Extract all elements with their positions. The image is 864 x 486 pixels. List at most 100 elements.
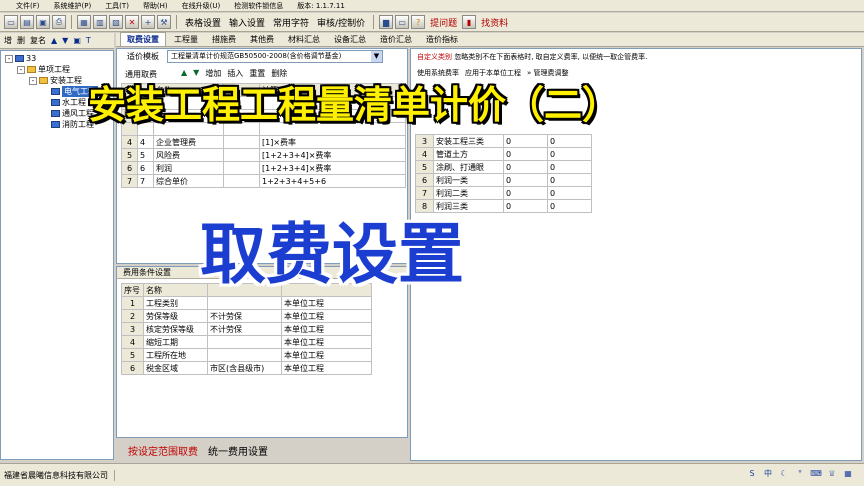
punct-icon[interactable]: ° xyxy=(794,468,806,480)
moon-icon[interactable]: ☾ xyxy=(778,468,790,480)
open-folder-icon[interactable]: ▤ xyxy=(20,15,34,29)
hammer-icon[interactable]: ⚒ xyxy=(157,15,171,29)
collapse-icon[interactable]: - xyxy=(5,54,13,63)
save-icon[interactable]: ▣ xyxy=(36,15,50,29)
row-rate[interactable] xyxy=(223,174,260,188)
tree-delete-button[interactable]: 删 xyxy=(17,35,25,46)
menu-system[interactable]: 系统维护(P) xyxy=(54,0,92,12)
row-value[interactable]: 不计劳保 xyxy=(207,309,282,323)
tab-measures[interactable]: 措施费 xyxy=(206,33,242,46)
table-row[interactable]: 4 缩短工期 本单位工程 xyxy=(121,335,372,349)
row-rate-a[interactable]: 0 xyxy=(503,147,548,161)
table-row[interactable]: 7 7 综合单价 1+2+3+4+5+6 xyxy=(121,174,406,188)
add-icon[interactable]: + xyxy=(141,15,155,29)
row-scope[interactable]: 本单位工程 xyxy=(281,335,372,349)
chevron-down-icon[interactable]: ▼ xyxy=(371,51,382,62)
menu-help[interactable]: 帮助(H) xyxy=(143,0,168,12)
tree-add-button[interactable]: 增 xyxy=(4,35,12,46)
collapse-icon[interactable]: - xyxy=(17,65,25,74)
row-rate[interactable] xyxy=(223,161,260,175)
collapse-icon[interactable]: - xyxy=(29,76,37,85)
row-formula[interactable]: [1+2+3+4]×费率 xyxy=(259,161,406,175)
table-row[interactable]: 6 利润一类 0 0 xyxy=(415,173,592,187)
table-row[interactable]: 6 税金区域 市区(含县级市) 本单位工程 xyxy=(121,361,372,375)
grid-icon[interactable]: ▦ xyxy=(842,468,854,480)
row-formula[interactable]: 1+2+3+4+5+6 xyxy=(259,174,406,188)
table-row[interactable]: 5 涂刷、打通眼 0 0 xyxy=(415,160,592,174)
tree-root[interactable]: - 33 xyxy=(5,53,36,64)
menu-check-lock[interactable]: 检测软件锁信息 xyxy=(234,0,283,12)
tree-subproject[interactable]: - 安装工程 xyxy=(29,75,82,86)
row-code[interactable]: 7 xyxy=(137,174,154,188)
row-name[interactable]: 风险费 xyxy=(153,148,224,162)
calc-icon[interactable]: ▥ xyxy=(93,15,107,29)
expand-icon[interactable]: ▣ xyxy=(73,36,81,45)
shirt-icon[interactable]: ♕ xyxy=(826,468,838,480)
print-icon[interactable]: ⎙ xyxy=(52,15,66,29)
window-icon[interactable]: ▭ xyxy=(395,15,410,29)
row-rate-a[interactable]: 0 xyxy=(503,173,548,187)
range-fee-button[interactable]: 按设定范围取费 xyxy=(128,443,198,458)
delete-icon[interactable]: ✕ xyxy=(125,15,139,29)
row-scope[interactable]: 本单位工程 xyxy=(281,361,372,375)
table-settings-button[interactable]: 表格设置 xyxy=(182,16,224,29)
chart-icon[interactable]: ▆ xyxy=(379,15,394,29)
table-row[interactable]: 4 管道土方 0 0 xyxy=(415,147,592,161)
row-rate-b[interactable]: 0 xyxy=(547,173,592,187)
table-row[interactable]: 5 5 风险费 [1+2+3+4]×费率 xyxy=(121,148,406,162)
table-row[interactable]: 5 工程所在地 本单位工程 xyxy=(121,348,372,362)
find-icon[interactable]: ▮ xyxy=(462,15,477,29)
row-scope[interactable]: 本单位工程 xyxy=(281,309,372,323)
tab-quantity[interactable]: 工程量 xyxy=(168,33,204,46)
new-file-icon[interactable]: ▭ xyxy=(4,15,18,29)
row-rate[interactable] xyxy=(223,148,260,162)
common-chars-button[interactable]: 常用字符 xyxy=(270,16,312,29)
table-row[interactable]: 7 利润二类 0 0 xyxy=(415,186,592,200)
row-value[interactable] xyxy=(207,348,282,362)
table-row[interactable]: 3 核定劳保等级 不计劳保 本单位工程 xyxy=(121,322,372,336)
menu-tools[interactable]: 工具(T) xyxy=(105,0,129,12)
find-material-button[interactable]: 找资料 xyxy=(478,16,511,29)
ime-icon[interactable]: S xyxy=(746,468,758,480)
lang-icon[interactable]: 中 xyxy=(762,468,774,480)
table-row[interactable]: 2 劳保等级 不计劳保 本单位工程 xyxy=(121,309,372,323)
row-value[interactable]: 市区(含县级市) xyxy=(207,361,282,375)
row-code[interactable]: 5 xyxy=(137,148,154,162)
tab-other-fees[interactable]: 其他费 xyxy=(244,33,280,46)
tab-material-summary[interactable]: 材料汇总 xyxy=(282,33,326,46)
row-name[interactable]: 利润 xyxy=(153,161,224,175)
row-name[interactable]: 综合单价 xyxy=(153,174,224,188)
row-rate-b[interactable]: 0 xyxy=(547,147,592,161)
grid-icon[interactable]: ▦ xyxy=(77,15,91,29)
audit-control-button[interactable]: 审核/控制价 xyxy=(314,16,368,29)
row-scope[interactable]: 本单位工程 xyxy=(281,322,372,336)
tree-rename-button[interactable]: 复名 xyxy=(30,35,46,46)
tab-cost-summary[interactable]: 造价汇总 xyxy=(374,33,418,46)
row-rate-a[interactable]: 0 xyxy=(503,160,548,174)
row-formula[interactable]: [1+2+3+4]×费率 xyxy=(259,148,406,162)
ask-icon[interactable]: ? xyxy=(411,15,426,29)
row-rate-b[interactable]: 0 xyxy=(547,160,592,174)
row-rate-b[interactable]: 0 xyxy=(547,186,592,200)
move-up-icon[interactable]: ▲ xyxy=(51,36,57,45)
ask-question-button[interactable]: 提问题 xyxy=(427,16,460,29)
keyboard-icon[interactable]: ⌨ xyxy=(810,468,822,480)
tab-fee-settings[interactable]: 取费设置 xyxy=(120,32,166,46)
row-scope[interactable]: 本单位工程 xyxy=(281,348,372,362)
row-code[interactable]: 6 xyxy=(137,161,154,175)
tab-equipment-summary[interactable]: 设备汇总 xyxy=(328,33,372,46)
table-row[interactable]: 6 6 利润 [1+2+3+4]×费率 xyxy=(121,161,406,175)
tool-icon[interactable]: T xyxy=(86,36,91,45)
template-select[interactable]: 工程量清单计价规范GB50500-2008(含价格调节基金) ▼ xyxy=(167,50,383,63)
move-down-icon[interactable]: ▼ xyxy=(62,36,68,45)
tree-project[interactable]: - 单项工程 xyxy=(17,64,70,75)
input-settings-button[interactable]: 输入设置 xyxy=(226,16,268,29)
unify-fee-button[interactable]: 统一费用设置 xyxy=(208,443,268,458)
row-rate-a[interactable]: 0 xyxy=(503,186,548,200)
menu-file[interactable]: 文件(F) xyxy=(16,0,40,12)
menu-online-update[interactable]: 在线升级(U) xyxy=(182,0,221,12)
row-value[interactable] xyxy=(207,335,282,349)
report-icon[interactable]: ▧ xyxy=(109,15,123,29)
row-value[interactable]: 不计劳保 xyxy=(207,322,282,336)
tree-item-water[interactable]: 水工程 xyxy=(51,97,86,108)
